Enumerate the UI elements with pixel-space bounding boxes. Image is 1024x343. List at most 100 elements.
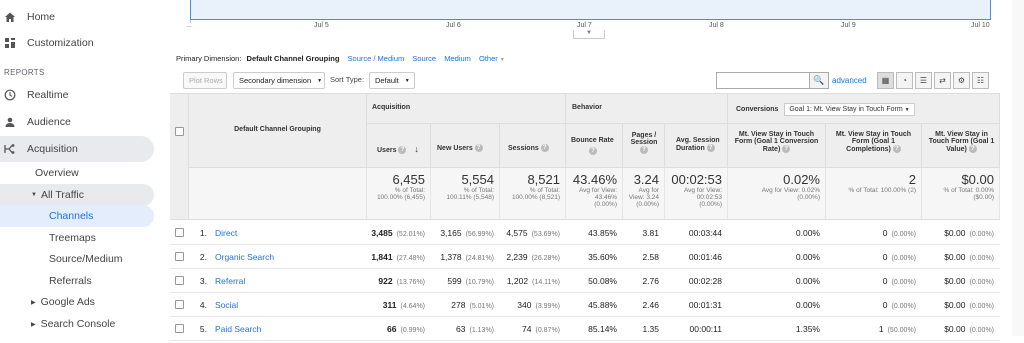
search-button[interactable]: 🔍 bbox=[809, 72, 829, 89]
behavior-group-header: Behavior bbox=[566, 94, 728, 124]
cell-bounce: 43.85% bbox=[566, 221, 623, 245]
cell-percent: (0.00%) bbox=[969, 327, 994, 334]
nav-acquisition[interactable]: Acquisition bbox=[0, 136, 154, 162]
cell-value: 0.00% bbox=[795, 276, 820, 286]
dimension-source[interactable]: Source bbox=[412, 54, 436, 63]
nav-search-console[interactable]: ▶ Search Console bbox=[31, 313, 115, 335]
nav-overview[interactable]: Overview bbox=[35, 162, 79, 184]
scrollbar[interactable] bbox=[1012, 0, 1024, 336]
channel-link[interactable]: Referral bbox=[215, 269, 251, 293]
total-new-users: 5,554% of Total: 100.11% (5,548) bbox=[431, 168, 500, 220]
completions-column-header[interactable]: Mt. View Stay in Touch Form (Goal 1 Comp… bbox=[826, 124, 922, 168]
pie-view-icon[interactable]: ◔ bbox=[896, 72, 913, 89]
nav-google-ads[interactable]: ▶ Google Ads bbox=[31, 291, 95, 313]
sort-type-dropdown[interactable]: Default ▼ bbox=[369, 72, 415, 89]
goal-value-column-header[interactable]: Mt. View Stay in Touch Form (Goal 1 Valu… bbox=[922, 124, 1000, 168]
cell-duration: 00:00:11 bbox=[665, 317, 728, 341]
select-all-checkbox[interactable] bbox=[175, 127, 184, 136]
cell-percent: (0.00%) bbox=[891, 255, 916, 262]
search-icon: 🔍 bbox=[813, 75, 825, 85]
performance-view-icon[interactable]: ☰ bbox=[915, 72, 932, 89]
sort-type-label: Sort Type: bbox=[330, 75, 365, 84]
customization-icon bbox=[4, 37, 16, 49]
nav-referrals[interactable]: Referrals bbox=[49, 270, 92, 292]
acquisition-group-header: Acquisition bbox=[367, 94, 566, 124]
clock-icon bbox=[4, 89, 16, 101]
term-cloud-view-icon[interactable]: ⚙ bbox=[953, 72, 970, 89]
cell-value: 50.08% bbox=[588, 276, 617, 286]
table-row: 5. Paid Search 66 (0.99%) 63 (1.13%) 74 (0.87%)… bbox=[170, 317, 1000, 341]
cell-comp: 0 (0.00%) bbox=[826, 221, 922, 245]
avg-duration-column-header[interactable]: Avg. Session Duration ? bbox=[665, 124, 728, 168]
data-table: Default Channel Grouping Acquisition Beh… bbox=[170, 93, 1000, 341]
dimension-source-medium[interactable]: Source / Medium bbox=[348, 54, 405, 63]
row-checkbox[interactable] bbox=[175, 252, 184, 261]
collapse-chart-button[interactable]: ▼ bbox=[573, 30, 605, 39]
total-pages-session: 3.24 Avg for View: 3.24 (0.00%) bbox=[623, 168, 665, 220]
bounce-rate-column-header[interactable]: Bounce Rate? bbox=[566, 124, 623, 168]
cell-sessions: 340 (3.99%) bbox=[500, 293, 566, 317]
row-checkbox[interactable] bbox=[175, 228, 184, 237]
cell-new_users: 3,165 (56.99%) bbox=[431, 221, 500, 245]
row-checkbox[interactable] bbox=[175, 300, 184, 309]
cell-conv: 0.00% bbox=[728, 221, 826, 245]
cell-sessions: 2,239 (26.28%) bbox=[500, 245, 566, 269]
cell-duration: 00:01:46 bbox=[665, 245, 728, 269]
nav-channels[interactable]: Channels bbox=[0, 205, 154, 227]
help-icon: ? bbox=[540, 144, 549, 152]
total-users: 6,455% of Total: 100.00% (6,455) bbox=[367, 168, 431, 220]
dimension-header[interactable]: Default Channel Grouping bbox=[189, 94, 367, 168]
chart-x-tick: Jul 7 bbox=[577, 22, 592, 29]
cell-value: 1,202 bbox=[506, 276, 529, 286]
caret-down-icon: ▼ bbox=[904, 107, 910, 113]
cell-value: 45.88% bbox=[588, 300, 617, 310]
acquisition-icon bbox=[4, 143, 16, 155]
row-checkbox[interactable] bbox=[175, 276, 184, 285]
chart-x-tick: Jul 9 bbox=[841, 22, 856, 29]
dimension-other[interactable]: Other ▼ bbox=[479, 54, 505, 63]
cell-percent: (10.79%) bbox=[465, 279, 494, 286]
cell-value: 63 bbox=[456, 324, 466, 334]
cell-comp: 1 (50.00%) bbox=[826, 317, 922, 341]
nav-treemaps[interactable]: Treemaps bbox=[49, 227, 96, 249]
cell-percent: (0.00%) bbox=[969, 231, 994, 238]
caret-down-icon: ▼ bbox=[499, 57, 505, 63]
channel-link[interactable]: Social bbox=[215, 293, 244, 317]
totals-row: 6,455% of Total: 100.00% (6,455) 5,554% o… bbox=[189, 168, 1000, 220]
channel-link[interactable]: Direct bbox=[215, 221, 243, 245]
channel-link[interactable]: Paid Search bbox=[215, 317, 267, 341]
comparison-view-icon[interactable]: ⇄ bbox=[934, 72, 951, 89]
pages-session-column-header[interactable]: Pages / Session? bbox=[623, 124, 665, 168]
cell-users: 922 (13.76%) bbox=[367, 269, 431, 293]
pivot-view-icon[interactable]: ☷ bbox=[972, 72, 989, 89]
users-column-header[interactable]: Users ? ↓ bbox=[367, 124, 431, 168]
select-column-header bbox=[170, 94, 189, 220]
cell-value: 35.60% bbox=[588, 252, 617, 262]
nav-all-traffic[interactable]: ▼ All Traffic bbox=[0, 184, 154, 206]
cell-value: 0 bbox=[882, 252, 888, 262]
cell-value: $0.00 bbox=[944, 228, 966, 238]
cell-value: $0.00 bbox=[944, 300, 966, 310]
goal-select-dropdown[interactable]: Goal 1: Mt. View Stay in Touch Form ▼ bbox=[784, 103, 915, 116]
chart-tick-placeholder: ... bbox=[186, 22, 192, 29]
row-checkbox[interactable] bbox=[175, 324, 184, 333]
cell-value: 599 bbox=[447, 276, 462, 286]
cell-value: 1.35% bbox=[795, 324, 820, 334]
cell-percent: (0.87%) bbox=[535, 327, 560, 334]
new-users-column-header[interactable]: New Users ? bbox=[431, 124, 500, 168]
nav-source-medium[interactable]: Source/Medium bbox=[49, 248, 123, 270]
conversion-rate-column-header[interactable]: Mt. View Stay in Touch Form (Goal 1 Conv… bbox=[728, 124, 826, 168]
dimension-medium[interactable]: Medium bbox=[444, 54, 471, 63]
cell-value: 2.76 bbox=[642, 276, 659, 286]
cell-new_users: 63 (1.13%) bbox=[431, 317, 500, 341]
advanced-filter-link[interactable]: advanced bbox=[832, 76, 867, 85]
secondary-dimension-dropdown[interactable]: Secondary dimension ▼ bbox=[233, 72, 325, 89]
cell-value: $0.00 (0.00%) bbox=[922, 221, 1000, 245]
primary-dimension-bar: Primary Dimension: Default Channel Group… bbox=[176, 54, 505, 63]
channel-link[interactable]: Organic Search bbox=[215, 245, 280, 269]
table-view-icon[interactable]: ▦ bbox=[877, 72, 894, 89]
sessions-column-header[interactable]: Sessions ? bbox=[500, 124, 566, 168]
plot-rows-button[interactable]: Plot Rows bbox=[183, 72, 227, 89]
cell-value: 2.58 bbox=[642, 252, 659, 262]
cell-percent: (56.99%) bbox=[465, 231, 494, 238]
